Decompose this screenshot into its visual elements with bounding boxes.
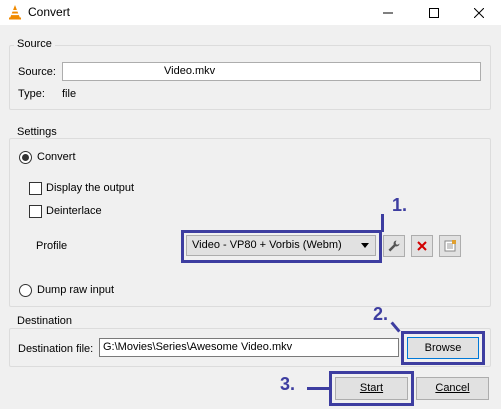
maximize-button[interactable]: [411, 0, 457, 25]
settings-group: [9, 138, 491, 307]
display-output-label: Display the output: [46, 182, 135, 194]
close-button[interactable]: [456, 0, 501, 25]
new-profile-icon: [444, 240, 456, 252]
type-value: file: [62, 88, 77, 100]
cancel-label: Cancel: [435, 382, 470, 394]
dump-raw-label: Dump raw input: [37, 284, 115, 296]
source-group-label: Source: [14, 38, 55, 50]
profile-label: Profile: [36, 240, 68, 252]
convert-label: Convert: [37, 151, 76, 163]
source-label: Source:: [18, 66, 56, 78]
close-icon: [474, 7, 484, 18]
display-output-checkbox[interactable]: [29, 182, 42, 195]
destination-file-label: Destination file:: [18, 343, 94, 355]
annotation-box-profile: [181, 230, 382, 263]
minimize-button[interactable]: [365, 0, 411, 25]
new-profile-button[interactable]: [439, 235, 461, 257]
window-title: Convert: [28, 5, 71, 19]
maximize-icon: [429, 7, 439, 18]
dump-raw-radio[interactable]: [19, 284, 32, 297]
annotation-step-3: 3.: [280, 374, 296, 394]
delete-profile-button[interactable]: [411, 235, 433, 257]
delete-icon: [417, 241, 427, 251]
title-bar: Convert: [0, 0, 501, 25]
source-value: Video.mkv: [164, 65, 216, 77]
annotation-line-3: [307, 387, 331, 390]
wrench-icon: [388, 240, 400, 252]
cancel-button[interactable]: Cancel: [416, 377, 489, 400]
annotation-box-browse: [401, 331, 485, 365]
deinterlace-checkbox[interactable]: [29, 205, 42, 218]
source-field[interactable]: Video.mkv: [62, 62, 481, 81]
annotation-line-1: [381, 214, 384, 232]
destination-file-field[interactable]: G:\Movies\Series\Awesome Video.mkv: [99, 338, 399, 357]
type-label: Type:: [18, 88, 45, 100]
edit-profile-button[interactable]: [383, 235, 405, 257]
destination-file-value: G:\Movies\Series\Awesome Video.mkv: [103, 341, 293, 353]
deinterlace-label: Deinterlace: [46, 205, 102, 217]
annotation-step-2: 2.: [373, 304, 389, 324]
vlc-cone-icon: [7, 4, 23, 20]
annotation-step-1: 1.: [392, 195, 408, 215]
convert-radio[interactable]: [19, 151, 32, 164]
settings-group-label: Settings: [14, 126, 60, 138]
dialog-body: Source Source: Video.mkv Type: file Sett…: [0, 25, 501, 409]
annotation-box-start: [329, 371, 414, 406]
destination-group-label: Destination: [14, 315, 76, 327]
minimize-icon: [383, 12, 393, 13]
